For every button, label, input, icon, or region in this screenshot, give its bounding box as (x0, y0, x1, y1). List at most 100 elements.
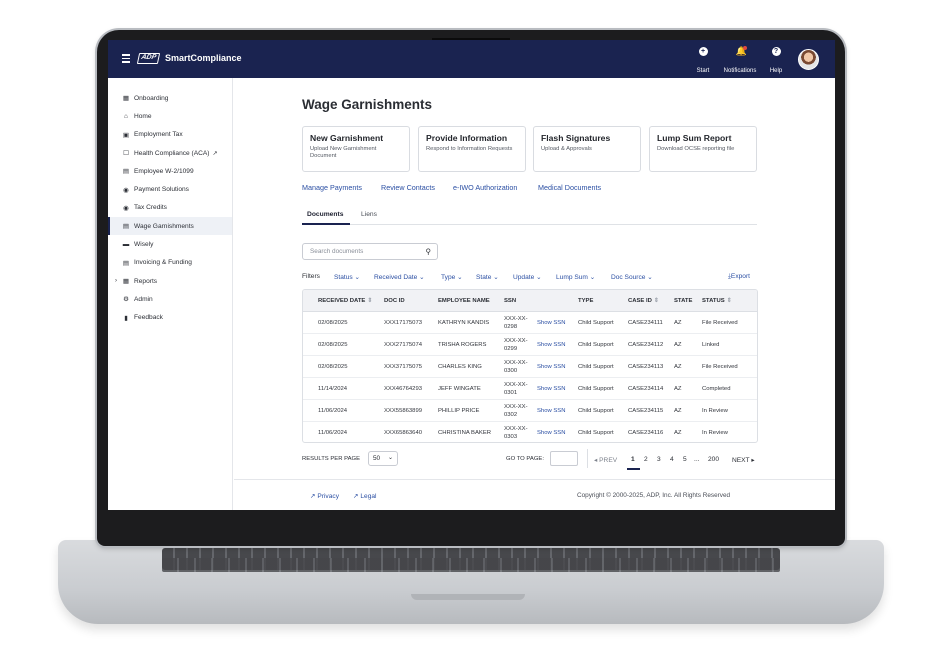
flash-signatures-card[interactable]: Flash Signatures Upload & Approvals (533, 126, 641, 172)
tab-documents[interactable]: Documents (307, 211, 343, 218)
search-icon[interactable]: ⚲ (426, 247, 432, 256)
type-cell: Child Support (578, 408, 614, 414)
state-cell: AZ (674, 386, 682, 392)
doc-id-cell: XXX37175075 (384, 364, 422, 370)
filter-lump-sum[interactable]: Lump Sum ⌄ (556, 273, 595, 281)
bell-icon: 🔔 (735, 46, 747, 56)
column-label: RECEIVED DATE (318, 298, 366, 304)
table-row[interactable]: 02/08/2025 XXX37175075 CHARLES KING XXX-… (303, 356, 757, 378)
column-received-date[interactable]: RECEIVED DATE ⇕ (318, 298, 372, 304)
privacy-link[interactable]: ↗ Privacy (310, 492, 339, 500)
show-ssn-link[interactable]: Show SSN (537, 386, 565, 392)
chevron-down-icon: ⌄ (647, 274, 653, 281)
documents-table: RECEIVED DATE ⇕ DOC ID EMPLOYEE NAME SSN … (302, 289, 758, 443)
page-5-button[interactable]: 5 (683, 456, 687, 463)
sidebar-item-label: Feedback (134, 314, 163, 322)
table-row[interactable]: 02/08/2025 XXX27175074 TRISHA ROGERS XXX… (303, 334, 757, 356)
sidebar-item-health-compliance[interactable]: ☐ Health Compliance (ACA) ↗ (108, 144, 232, 162)
filter-label: State (476, 274, 492, 281)
sidebar-item-onboarding[interactable]: ▦ Onboarding (108, 89, 232, 107)
sidebar-item-wage-garnishments[interactable]: ▤ Wage Garnishments (108, 217, 232, 236)
lump-sum-report-card[interactable]: Lump Sum Report Download OCSE reporting … (649, 126, 757, 172)
page-4-button[interactable]: 4 (670, 456, 674, 463)
help-button[interactable]: ? Help (753, 47, 799, 77)
sidebar-item-admin[interactable]: ⚙ Admin (108, 290, 232, 308)
show-ssn-link[interactable]: Show SSN (537, 342, 565, 348)
sidebar-item-reports[interactable]: › ▦ Reports (108, 272, 232, 290)
new-garnishment-card[interactable]: New Garnishment Upload New Garnishment D… (302, 126, 410, 172)
sidebar-item-employment-tax[interactable]: ▣ Employment Tax (108, 126, 232, 144)
sidebar-item-wisely[interactable]: ▬ Wisely (108, 235, 232, 253)
chevron-left-icon: ◂ (594, 457, 598, 464)
sidebar-item-invoicing[interactable]: ▤ Invoicing & Funding (108, 254, 232, 272)
filters-label: Filters (302, 273, 320, 280)
provide-information-card[interactable]: Provide Information Respond to Informati… (418, 126, 526, 172)
filter-state[interactable]: State ⌄ (476, 273, 499, 281)
show-ssn-link[interactable]: Show SSN (537, 320, 565, 326)
document-icon: ▤ (122, 168, 130, 176)
next-page-button[interactable]: NEXT ▸ (732, 456, 755, 464)
status-cell: In Review (702, 430, 728, 436)
hamburger-menu-icon[interactable] (122, 54, 130, 63)
briefcase-icon: ▣ (122, 131, 130, 139)
pagination-divider (587, 449, 588, 468)
reports-icon: ▦ (122, 278, 130, 286)
case-id-cell: CASE234113 (628, 364, 664, 370)
sidebar-item-home[interactable]: ⌂ Home (108, 107, 232, 125)
filter-received-date[interactable]: Received Date ⌄ (374, 273, 425, 281)
filter-doc-source[interactable]: Doc Source ⌄ (611, 273, 653, 281)
adp-logo: ADP (136, 53, 161, 64)
sidebar: ▦ Onboarding ⌂ Home ▣ Employment Tax ☐ Healt… (108, 78, 233, 510)
ssn-cell: XXX-XX-0302 (504, 404, 528, 418)
status-cell: Completed (702, 386, 731, 392)
show-ssn-link[interactable]: Show SSN (537, 430, 565, 436)
search-placeholder: Search documents (310, 248, 364, 255)
sidebar-item-tax-credits[interactable]: ◉ Tax Credits (108, 199, 232, 217)
employee-name-cell: TRISHA ROGERS (438, 342, 487, 348)
medical-documents-link[interactable]: Medical Documents (538, 183, 601, 192)
column-status[interactable]: STATUS ⇕ (702, 298, 732, 304)
results-per-page-select[interactable]: 50 ⌄ (368, 451, 398, 466)
tab-liens[interactable]: Liens (361, 211, 377, 218)
tab-bar: Documents Liens (302, 208, 757, 225)
user-avatar[interactable] (798, 49, 819, 70)
export-button[interactable]: ⤓Export (728, 273, 750, 281)
column-case-id[interactable]: CASE ID ⇕ (628, 298, 659, 304)
search-input[interactable]: Search documents ⚲ (302, 243, 438, 260)
show-ssn-link[interactable]: Show SSN (537, 364, 565, 370)
card-icon: ▬ (122, 241, 130, 249)
current-page-indicator (627, 468, 640, 470)
pagination-ellipsis: ... (694, 456, 700, 463)
sort-icon: ⇕ (653, 298, 659, 304)
sidebar-item-feedback[interactable]: ▮ Feedback (108, 309, 232, 327)
export-label: Export (730, 273, 750, 280)
sidebar-item-label: Wage Garnishments (134, 222, 194, 230)
show-ssn-link[interactable]: Show SSN (537, 408, 565, 414)
table-row[interactable]: 11/06/2024 XXX65863640 CHRISTINA BAKER X… (303, 422, 757, 442)
filter-type[interactable]: Type ⌄ (441, 273, 463, 281)
page-2-button[interactable]: 2 (644, 456, 648, 463)
manage-payments-link[interactable]: Manage Payments (302, 183, 362, 192)
sidebar-item-payment-solutions[interactable]: ◉ Payment Solutions (108, 180, 232, 198)
ssn-cell: XXX-XX-0299 (504, 338, 528, 352)
doc-id-cell: XXX65863640 (384, 430, 422, 436)
go-to-page-input[interactable] (550, 451, 578, 466)
prev-page-button[interactable]: ◂ PREV (594, 456, 617, 464)
legal-link[interactable]: ↗ Legal (353, 492, 377, 500)
laptop-mockup: ADP SmartCompliance + Start 🔔 Notificati… (0, 0, 935, 651)
review-contacts-link[interactable]: Review Contacts (381, 183, 435, 192)
document-icon: ▤ (122, 223, 130, 231)
table-row[interactable]: 02/08/2025 XXX17175073 KATHRYN KANDIS XX… (303, 312, 757, 334)
table-row[interactable]: 11/14/2024 XXX46764293 JEFF WINGATE XXX-… (303, 378, 757, 400)
filter-status[interactable]: Status ⌄ (334, 273, 360, 281)
filter-update[interactable]: Update ⌄ (513, 273, 542, 281)
table-row[interactable]: 11/06/2024 XXX55863899 PHILLIP PRICE XXX… (303, 400, 757, 422)
page-3-button[interactable]: 3 (657, 456, 661, 463)
chevron-down-icon: ⌄ (589, 274, 596, 281)
page-200-button[interactable]: 200 (708, 456, 719, 463)
chevron-right-icon: › (115, 278, 117, 285)
column-label: DOC ID (384, 298, 405, 304)
sidebar-item-w2-1099[interactable]: ▤ Employee W-2/1099 (108, 162, 232, 180)
page-1-button[interactable]: 1 (631, 456, 635, 463)
e-iwo-authorization-link[interactable]: e-IWO Authorization (453, 183, 517, 192)
